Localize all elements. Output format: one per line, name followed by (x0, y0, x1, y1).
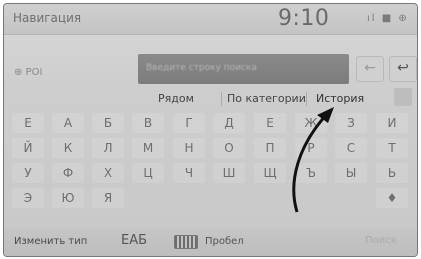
annotation-arrow (292, 107, 334, 213)
